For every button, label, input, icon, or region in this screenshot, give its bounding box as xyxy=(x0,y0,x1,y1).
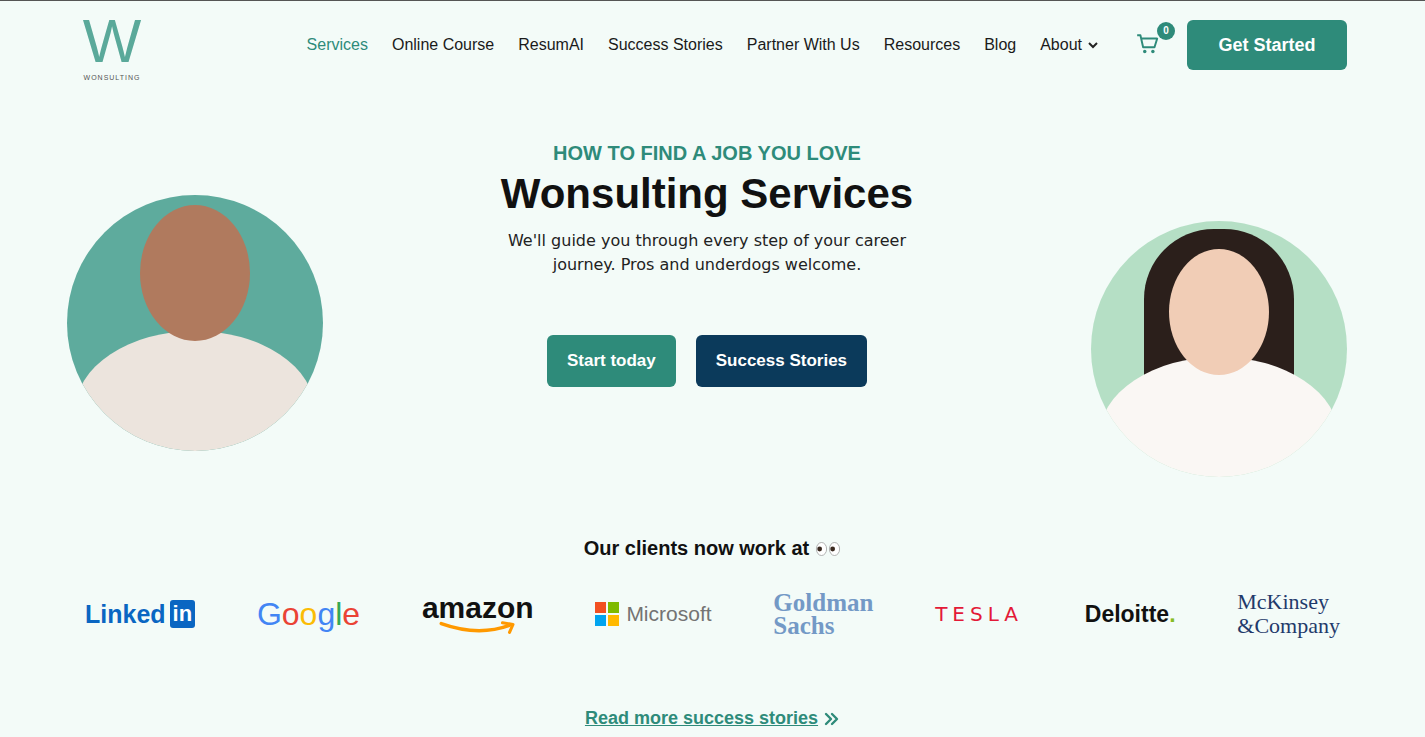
hero-buttons: Start today Success Stories xyxy=(547,335,867,387)
hero-button[interactable]: Start today xyxy=(547,335,676,387)
amazon-smile-icon xyxy=(430,621,526,635)
logo[interactable]: W WONSULTING xyxy=(72,10,152,81)
nav-item[interactable]: Services xyxy=(307,36,368,54)
hero: HOW TO FIND A JOB YOU LOVE Wonsulting Ser… xyxy=(0,89,1425,507)
logo-letter: W xyxy=(83,10,142,72)
hero-title: Wonsulting Services xyxy=(501,169,913,219)
double-chevron-right-icon xyxy=(824,711,840,727)
client-logo: Linkedin xyxy=(85,600,195,629)
cart-count-badge: 0 xyxy=(1157,22,1175,40)
hero-subtitle: We'll guide you through every step of yo… xyxy=(497,229,917,277)
client-logos: Linkedin Google amazon Microsoft GoldmanSach… xyxy=(85,586,1340,642)
photo-column xyxy=(67,89,323,507)
client-logo: Deloitte. xyxy=(1085,601,1176,628)
client-logo: amazon xyxy=(422,593,534,635)
main-nav: Services Online Course ResumAI Success Stor… xyxy=(307,36,1099,54)
nav-item[interactable]: Success Stories xyxy=(608,36,723,54)
chevron-down-icon xyxy=(1087,39,1099,51)
client-logo: GoldmanSachs xyxy=(773,591,873,637)
more-success-stories-link[interactable]: Read more success stories xyxy=(585,708,840,729)
nav-item[interactable]: About xyxy=(1040,36,1099,54)
clients-section: Our clients now work at Linkedin Google ama… xyxy=(0,507,1425,729)
photo-column xyxy=(1091,89,1347,507)
nav-item[interactable]: Resources xyxy=(884,36,960,54)
microsoft-squares-icon xyxy=(595,602,619,626)
eyes-icon xyxy=(815,541,841,557)
person-photo xyxy=(1091,221,1347,477)
client-logo: McKinsey&Company xyxy=(1237,590,1340,638)
cart-button[interactable]: 0 xyxy=(1133,30,1163,60)
nav-item[interactable]: Blog xyxy=(984,36,1016,54)
client-logo: Google xyxy=(257,596,360,633)
hero-content: HOW TO FIND A JOB YOU LOVE Wonsulting Ser… xyxy=(323,89,1091,507)
eyebrow: HOW TO FIND A JOB YOU LOVE xyxy=(553,141,861,165)
page: WWONSULTINGServicesOnline CourseResumAIS… xyxy=(0,0,1425,737)
logo-wordmark: WONSULTING xyxy=(84,74,141,81)
person-photo xyxy=(67,195,323,451)
header: WWONSULTINGServicesOnline CourseResumAIS… xyxy=(0,1,1425,89)
hero-button[interactable]: Success Stories xyxy=(696,335,867,387)
clients-heading: Our clients now work at xyxy=(584,537,842,560)
client-logo: TESLA xyxy=(935,602,1023,626)
nav-item[interactable]: Online Course xyxy=(392,36,494,54)
get-started-button[interactable]: Get Started xyxy=(1187,20,1347,70)
nav-item[interactable]: ResumAI xyxy=(518,36,584,54)
nav-item[interactable]: Partner With Us xyxy=(747,36,860,54)
client-logo: Microsoft xyxy=(595,602,711,626)
